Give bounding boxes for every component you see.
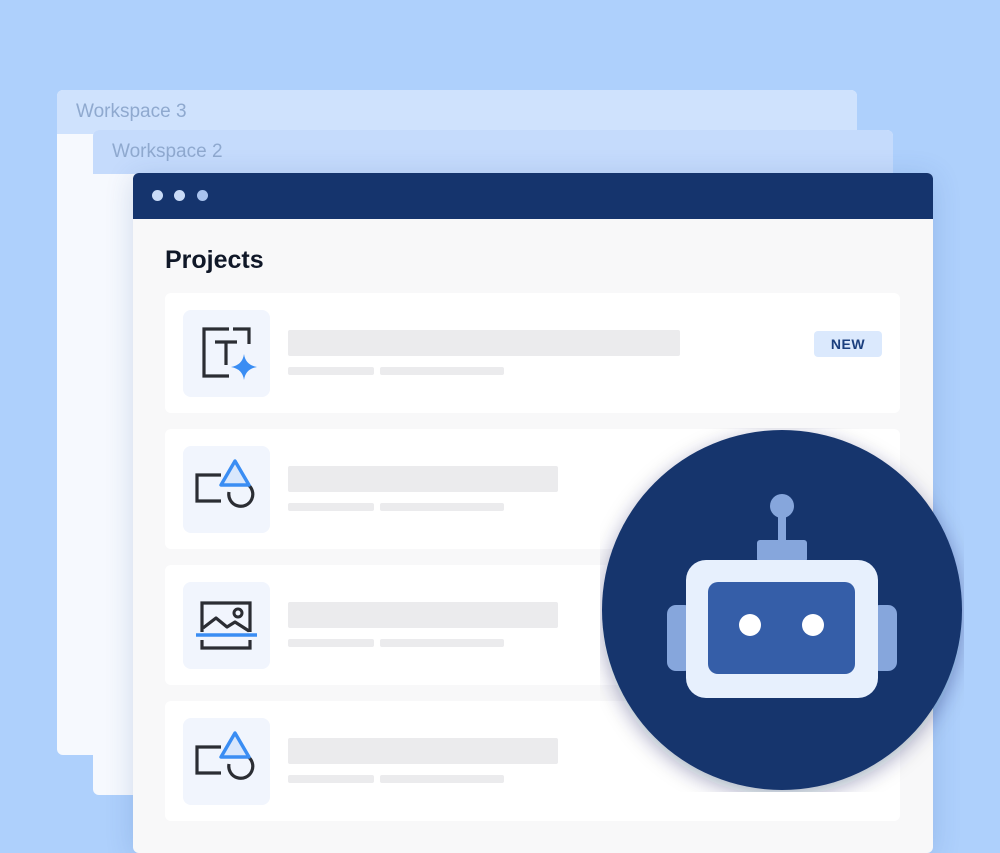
project-title-placeholder: [288, 602, 558, 628]
shapes-icon: [195, 459, 255, 508]
shapes-icon: [195, 731, 255, 780]
workspace-3-tab[interactable]: Workspace 3: [57, 90, 857, 134]
robot-icon: [602, 430, 962, 790]
window-control-dot[interactable]: [174, 190, 185, 201]
window-control-dot[interactable]: [152, 190, 163, 201]
project-title-placeholder: [288, 738, 558, 764]
project-icon-tile: [183, 582, 270, 669]
window-titlebar: [133, 173, 933, 219]
project-icon-tile: [183, 310, 270, 397]
project-meta-placeholder: [288, 775, 374, 783]
page-title: Projects: [165, 246, 264, 274]
project-title-placeholder: [288, 330, 680, 356]
text-sparkle-icon: [202, 327, 257, 380]
project-meta-placeholder: [288, 367, 374, 375]
image-icon: [196, 601, 257, 650]
project-meta-placeholder: [288, 503, 374, 511]
workspace-2-tab[interactable]: Workspace 2: [93, 130, 893, 174]
project-icon-tile: [183, 718, 270, 805]
project-meta-placeholder: [380, 367, 504, 375]
project-meta-placeholder: [380, 639, 504, 647]
window-control-dot[interactable]: [197, 190, 208, 201]
project-title-placeholder: [288, 466, 558, 492]
project-meta-placeholder: [380, 775, 504, 783]
project-row[interactable]: NEW: [165, 293, 900, 413]
project-icon-tile: [183, 446, 270, 533]
project-meta-placeholder: [380, 503, 504, 511]
project-meta-placeholder: [288, 639, 374, 647]
new-badge: NEW: [814, 331, 882, 357]
